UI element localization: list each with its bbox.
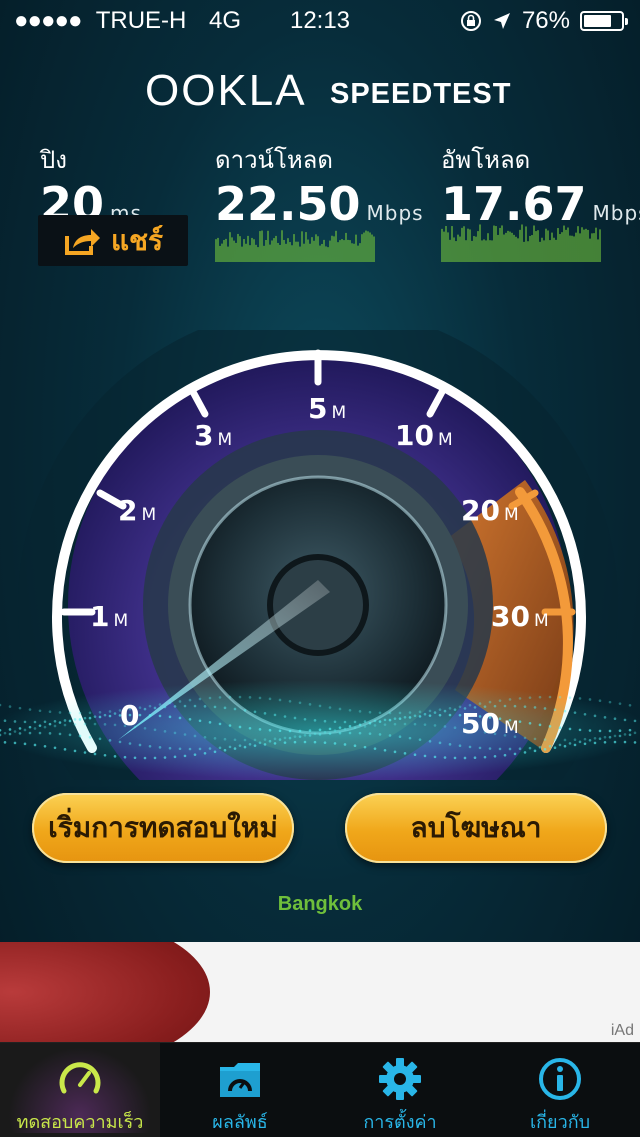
share-icon	[64, 228, 100, 255]
share-button[interactable]: แชร์	[38, 215, 188, 266]
battery-icon	[580, 11, 628, 31]
tab-results-label: ผลลัพธ์	[212, 1112, 268, 1133]
ad-banner[interactable]: iAd	[0, 942, 640, 1042]
upload-sparkline	[441, 224, 601, 262]
tab-speed-test[interactable]: ทดสอบความเร็ว	[0, 1043, 160, 1137]
gear-icon	[379, 1058, 421, 1100]
speedtest-logo: SPEEDTEST	[330, 78, 512, 110]
download-unit: Mbps	[366, 201, 424, 225]
speed-gauge: 0 1M 2M 3M 5M 10 M 20 M 30 M 50 M	[0, 330, 640, 780]
server-location: Bangkok	[277, 893, 363, 915]
tab-about-label: เกี่ยวกับ	[529, 1112, 591, 1133]
gauge-hub	[267, 554, 369, 656]
tab-speed-test-label: ทดสอบความเร็ว	[16, 1112, 144, 1133]
ad-image	[0, 942, 210, 1042]
iad-label: iAd	[610, 1022, 634, 1039]
upload-label: อัพโหลด	[441, 146, 531, 174]
results-folder-icon	[220, 1063, 260, 1097]
download-sparkline	[215, 230, 375, 262]
battery-fill	[584, 15, 611, 27]
tab-bar: ทดสอบความเร็ว ผลลัพธ์ การตั้งค่า เกี่ยวก…	[0, 1042, 640, 1137]
share-label: แชร์	[110, 223, 164, 257]
info-icon	[539, 1058, 581, 1100]
ping-label: ปิง	[40, 146, 67, 174]
status-right: 76%	[460, 7, 628, 35]
rotation-lock-icon	[460, 11, 481, 31]
app-header: OOKLA SPEEDTEST	[0, 60, 640, 120]
gauge-label-0: 0	[120, 699, 139, 732]
location-arrow-icon	[493, 13, 510, 29]
restart-test-button[interactable]: เริ่มการทดสอบใหม่	[32, 793, 294, 863]
speedometer-icon	[59, 1062, 101, 1094]
battery-percent: 76%	[521, 7, 570, 34]
download-label: ดาวน์โหลด	[215, 146, 333, 174]
status-bar: ●●●●● TRUE-H 4G 12:13 76%	[0, 0, 640, 40]
tab-results[interactable]: ผลลัพธ์	[160, 1043, 320, 1137]
tab-settings-label: การตั้งค่า	[363, 1112, 437, 1133]
tab-settings[interactable]: การตั้งค่า	[320, 1043, 480, 1137]
ookla-logo: OOKLA	[145, 66, 307, 115]
remove-ads-button[interactable]: ลบโฆษณา	[345, 793, 607, 863]
tab-about[interactable]: เกี่ยวกับ	[480, 1043, 640, 1137]
